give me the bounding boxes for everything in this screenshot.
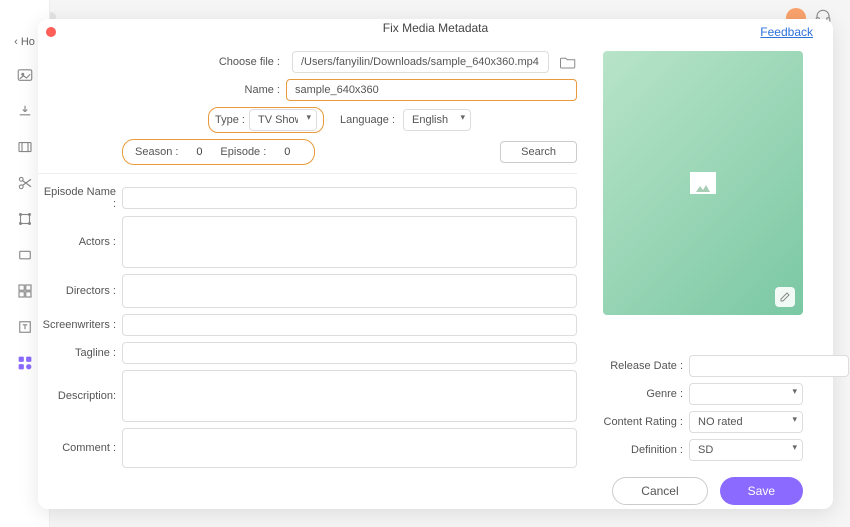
apps-icon[interactable] xyxy=(16,354,34,372)
save-button[interactable]: Save xyxy=(720,477,803,505)
definition-select[interactable] xyxy=(689,439,803,461)
comment-input[interactable] xyxy=(122,428,577,468)
close-button[interactable] xyxy=(46,27,56,37)
season-episode-group: Season : Episode : xyxy=(122,139,315,165)
edit-cover-button[interactable] xyxy=(775,287,795,307)
cover-art xyxy=(603,51,803,315)
choose-file-label: Choose file : xyxy=(208,56,286,68)
crop-icon[interactable] xyxy=(16,210,34,228)
name-input[interactable] xyxy=(286,79,577,101)
description-input[interactable] xyxy=(122,370,577,422)
text-icon[interactable] xyxy=(16,318,34,336)
episode-label: Episode : xyxy=(220,146,266,158)
comment-label: Comment : xyxy=(38,442,122,454)
type-select[interactable] xyxy=(249,109,317,131)
search-button[interactable]: Search xyxy=(500,141,577,163)
language-label: Language : xyxy=(340,114,395,126)
screenwriters-input[interactable] xyxy=(122,314,577,336)
genre-select[interactable] xyxy=(689,383,803,405)
season-label: Season : xyxy=(135,146,178,158)
modal-footer: Cancel Save xyxy=(38,474,833,509)
aspect-icon[interactable] xyxy=(16,246,34,264)
definition-label: Definition : xyxy=(603,444,689,456)
fix-metadata-modal: Fix Media Metadata Feedback Choose file … xyxy=(38,19,833,509)
choose-file-input[interactable] xyxy=(292,51,549,73)
release-date-label: Release Date : xyxy=(603,360,689,372)
episode-name-input[interactable] xyxy=(122,187,577,209)
directors-input[interactable] xyxy=(122,274,577,308)
download-icon[interactable] xyxy=(16,102,34,120)
type-group: Type : xyxy=(208,107,324,133)
modal-title: Fix Media Metadata xyxy=(383,21,488,35)
content-rating-select[interactable] xyxy=(689,411,803,433)
image-placeholder-icon xyxy=(690,172,716,194)
name-label: Name : xyxy=(208,84,286,96)
film-icon[interactable] xyxy=(16,138,34,156)
actors-label: Actors : xyxy=(38,236,122,248)
screenwriters-label: Screenwriters : xyxy=(38,319,122,331)
season-input[interactable] xyxy=(184,143,214,161)
back-link[interactable]: ‹ Ho xyxy=(14,36,35,48)
feedback-link[interactable]: Feedback xyxy=(760,25,813,39)
tagline-label: Tagline : xyxy=(38,347,122,359)
content-rating-label: Content Rating : xyxy=(603,416,689,428)
description-label: Description: xyxy=(38,390,122,402)
actors-input[interactable] xyxy=(122,216,577,268)
language-select[interactable] xyxy=(403,109,471,131)
tagline-input[interactable] xyxy=(122,342,577,364)
image-icon[interactable] xyxy=(16,66,34,84)
directors-label: Directors : xyxy=(38,285,122,297)
grid-icon[interactable] xyxy=(16,282,34,300)
genre-label: Genre : xyxy=(603,388,689,400)
modal-header: Fix Media Metadata Feedback xyxy=(38,19,833,37)
episode-name-label: Episode Name : xyxy=(38,186,122,210)
release-date-input[interactable] xyxy=(689,355,849,377)
scissors-icon[interactable] xyxy=(16,174,34,192)
episode-input[interactable] xyxy=(272,143,302,161)
cancel-button[interactable]: Cancel xyxy=(612,477,707,505)
folder-icon[interactable] xyxy=(559,54,577,70)
type-label: Type : xyxy=(215,114,245,126)
divider xyxy=(38,173,577,174)
